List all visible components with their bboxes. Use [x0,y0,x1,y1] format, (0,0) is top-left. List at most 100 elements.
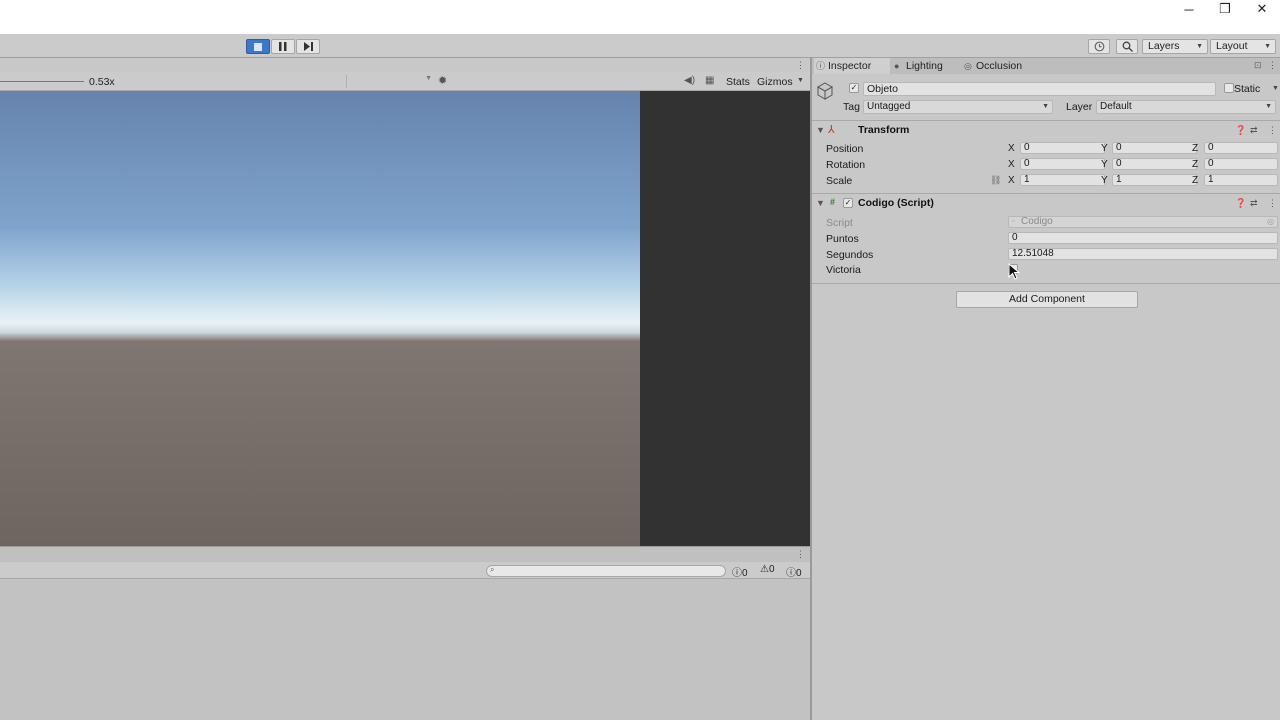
history-button[interactable] [1088,39,1110,54]
stop-icon [254,42,262,51]
transform-component-header[interactable]: ▼ ⅄ Transform ❓ ⇄ ⋮ [812,121,1280,141]
history-icon [1094,41,1104,52]
axis-x-label: X [1008,143,1015,154]
game-view-render[interactable] [0,91,640,546]
foldout-arrow-icon[interactable]: ▼ [816,125,825,135]
chevron-down-icon[interactable]: ▼ [797,77,804,84]
layer-label: Layer [1066,101,1093,113]
error-filter-toggle[interactable]: ⓘ0 [732,564,748,579]
rotation-label: Rotation [826,159,866,171]
position-x-field[interactable]: 0 [1020,142,1105,154]
step-icon [303,42,313,51]
static-checkbox[interactable] [1224,83,1234,93]
axis-z-label: Z [1192,175,1199,186]
tab-lighting[interactable]: ● Lighting [892,58,960,74]
layout-dropdown[interactable]: Layout ▼ [1210,39,1276,54]
mouse-cursor-icon [1008,263,1020,280]
separator [812,283,1280,284]
axis-z-label: Z [1192,143,1199,154]
chevron-down-icon[interactable]: ▼ [1272,85,1279,92]
axis-y-label: Y [1101,175,1108,186]
chevron-down-icon: ▼ [1042,103,1049,110]
chevron-down-icon: ▼ [1265,103,1272,110]
script-reference-field: ▫ Codigo ◎ [1008,216,1278,228]
axis-y-label: Y [1101,159,1108,170]
presets-icon[interactable]: ⇄ [1250,125,1258,136]
gizmos-button[interactable]: Gizmos [757,76,793,88]
add-component-button[interactable]: Add Component [956,291,1138,308]
position-z-field[interactable]: 0 [1204,142,1278,154]
warning-count: 0 [768,564,775,575]
step-button[interactable] [296,39,320,54]
gameobject-cube-icon [816,82,834,100]
object-name-field[interactable]: Objeto [863,82,1216,96]
transform-axis-icon: ⅄ [828,124,835,136]
rotation-y-field[interactable]: 0 [1112,158,1197,170]
tab-label: Inspector [828,60,872,72]
close-button[interactable]: ✕ [1244,0,1280,18]
error-count: 0 [742,568,748,579]
rotation-x-field[interactable]: 0 [1020,158,1105,170]
object-active-checkbox[interactable]: ✓ [849,83,859,93]
tab-occlusion[interactable]: ◎ Occlusion [962,58,1042,74]
scale-y-field[interactable]: 1 [1112,174,1197,186]
segundos-field[interactable]: 12.51048 [1008,248,1278,260]
restore-button[interactable]: ❐ [1207,0,1243,18]
constrain-proportions-icon[interactable]: ⛓ [990,175,1001,186]
game-view-dropdown[interactable]: ▼ [346,75,434,88]
layers-dropdown[interactable]: Layers ▼ [1142,39,1208,54]
warning-icon: ⚠ [760,564,769,575]
tag-dropdown[interactable]: Untagged ▼ [863,100,1053,114]
puntos-label: Puntos [826,233,859,245]
tab-inspector[interactable]: ⓘ Inspector [814,58,890,74]
grid-icon[interactable]: ▦ [705,75,714,86]
presets-icon[interactable]: ⇄ [1250,198,1258,209]
panel-menu-icon[interactable]: ⋮ [796,549,805,560]
position-label: Position [826,143,864,155]
console-search-input[interactable]: ⌕ [486,565,726,577]
transform-title: Transform [858,124,910,136]
chevron-down-icon: ▼ [425,75,432,82]
foldout-arrow-icon[interactable]: ▼ [816,198,825,208]
script-value: Codigo [1021,216,1053,227]
console-log-area[interactable] [0,579,810,720]
tag-label: Tag [843,101,860,113]
scale-slider[interactable] [0,81,84,82]
main-toolbar: Layers ▼ Layout ▼ [0,34,1280,58]
minimize-button[interactable]: ─ [1171,0,1207,18]
panel-menu-icon[interactable]: ⋮ [796,60,805,71]
layer-dropdown[interactable]: Default ▼ [1096,100,1276,114]
component-menu-icon[interactable]: ⋮ [1268,198,1277,209]
mute-audio-icon[interactable]: ◀) [684,75,695,86]
stats-button[interactable]: Stats [726,76,750,88]
position-y-field[interactable]: 0 [1112,142,1197,154]
victoria-label: Victoria [826,264,861,276]
axis-x-label: X [1008,175,1015,186]
warning-filter-toggle[interactable]: ⚠0 [760,564,775,575]
play-button[interactable] [246,39,270,54]
lock-icon[interactable]: ⊡ [1254,60,1262,71]
help-icon[interactable]: ❓ [1235,198,1246,209]
scale-z-field[interactable]: 1 [1204,174,1278,186]
search-icon: ⌕ [490,565,495,574]
pause-button[interactable] [271,39,295,54]
window-titlebar: ─ ❐ ✕ [0,0,1280,34]
message-filter-toggle[interactable]: ⓘ0 [786,564,802,579]
puntos-field[interactable]: 0 [1008,232,1278,244]
component-menu-icon[interactable]: ⋮ [1268,125,1277,136]
panel-menu-icon[interactable]: ⋮ [1268,60,1277,71]
rotation-z-field[interactable]: 0 [1204,158,1278,170]
search-button[interactable] [1116,39,1138,54]
axis-x-label: X [1008,159,1015,170]
help-icon[interactable]: ❓ [1235,125,1246,136]
bug-icon[interactable]: ✹ [438,74,447,87]
scale-x-field[interactable]: 1 [1020,174,1105,186]
script-label: Script [826,217,853,229]
axis-z-label: Z [1192,159,1199,170]
chevron-down-icon: ▼ [1264,43,1271,50]
console-header: ⋮ [0,546,810,562]
script-enabled-checkbox[interactable]: ✓ [843,198,853,208]
error-icon: ⓘ [732,568,742,579]
search-icon [1122,41,1133,52]
script-component-header[interactable]: ▼ # ✓ Codigo (Script) ❓ ⇄ ⋮ [812,194,1280,214]
